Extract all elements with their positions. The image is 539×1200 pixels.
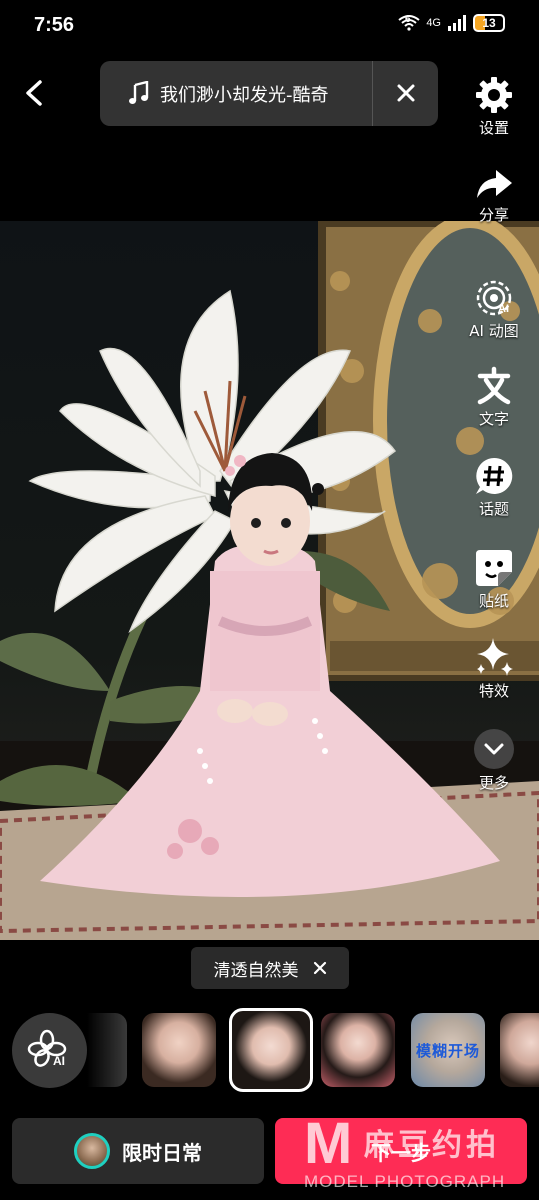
settings-button[interactable]: 设置 [449, 75, 539, 138]
chevron-down-icon [474, 729, 514, 769]
music-title: 我们渺小却发光-酷奇 [160, 85, 329, 106]
filter-thumb[interactable] [142, 1013, 216, 1087]
share-label: 分享 [478, 206, 509, 224]
text-label: 文字 [478, 410, 509, 428]
filter-thumb[interactable] [321, 1013, 395, 1087]
svg-text:AI: AI [53, 1054, 65, 1068]
applied-beauty-label: 清透自然美 [213, 960, 299, 981]
clock: 7:56 [34, 14, 75, 36]
daily-story-label: 限时日常 [122, 1140, 202, 1165]
ai-filter-button[interactable]: AI [12, 1013, 87, 1088]
wifi-standard: 6 [405, 14, 411, 25]
ai-motion-icon: AI [476, 280, 512, 316]
filter-thumb-selected[interactable] [229, 1008, 313, 1092]
filter-thumb[interactable] [500, 1013, 539, 1087]
avatar [74, 1133, 110, 1169]
music-divider [372, 61, 373, 126]
ai-flower-icon: AI [27, 1029, 67, 1068]
topic-label: 话题 [478, 500, 509, 518]
more-label: 更多 [478, 774, 509, 792]
daily-story-button[interactable]: 限时日常 [12, 1118, 264, 1184]
effects-label: 特效 [478, 682, 509, 700]
text-button[interactable]: 文字 [449, 366, 539, 429]
back-icon[interactable] [20, 78, 50, 108]
filter-thumb-blur-open[interactable]: 模糊开场 [411, 1013, 485, 1087]
music-selector[interactable]: 我们渺小却发光-酷奇 [100, 61, 438, 126]
hashtag-icon [476, 457, 513, 494]
next-button[interactable]: 下一步 [275, 1118, 527, 1184]
topic-button[interactable]: 话题 [449, 456, 539, 519]
filter-strip: AI 模糊开场 [0, 1005, 539, 1095]
share-button[interactable]: 分享 [449, 166, 539, 225]
share-icon [477, 170, 512, 198]
status-bar: 7:56 4G 13 [0, 0, 539, 56]
battery-level: 13 [482, 16, 496, 30]
svg-text:AI: AI [498, 303, 509, 315]
music-note-icon [129, 81, 149, 104]
sticker-icon [476, 550, 512, 586]
network-type: 4G [426, 17, 441, 29]
text-icon [477, 366, 511, 405]
signal-icon [448, 15, 466, 31]
filter-label: 模糊开场 [415, 1041, 480, 1060]
gear-icon [476, 77, 512, 113]
sparkle-icon [477, 638, 513, 676]
applied-beauty-chip[interactable]: 清透自然美 [191, 947, 349, 989]
next-label: 下一步 [371, 1140, 431, 1165]
sticker-label: 贴纸 [478, 592, 509, 610]
ai-motion-button[interactable]: AI AI 动图 [449, 278, 539, 341]
remove-music-icon[interactable] [394, 81, 418, 105]
status-icons: 4G 13 [398, 14, 505, 32]
previous-filter-partial[interactable] [87, 1013, 127, 1087]
settings-label: 设置 [478, 119, 509, 137]
effects-button[interactable]: 特效 [449, 636, 539, 701]
battery-icon: 13 [473, 14, 505, 32]
ai-motion-label: AI 动图 [469, 322, 519, 340]
sticker-button[interactable]: 贴纸 [449, 548, 539, 611]
close-icon[interactable] [313, 961, 327, 975]
more-button[interactable]: 更多 [449, 728, 539, 793]
